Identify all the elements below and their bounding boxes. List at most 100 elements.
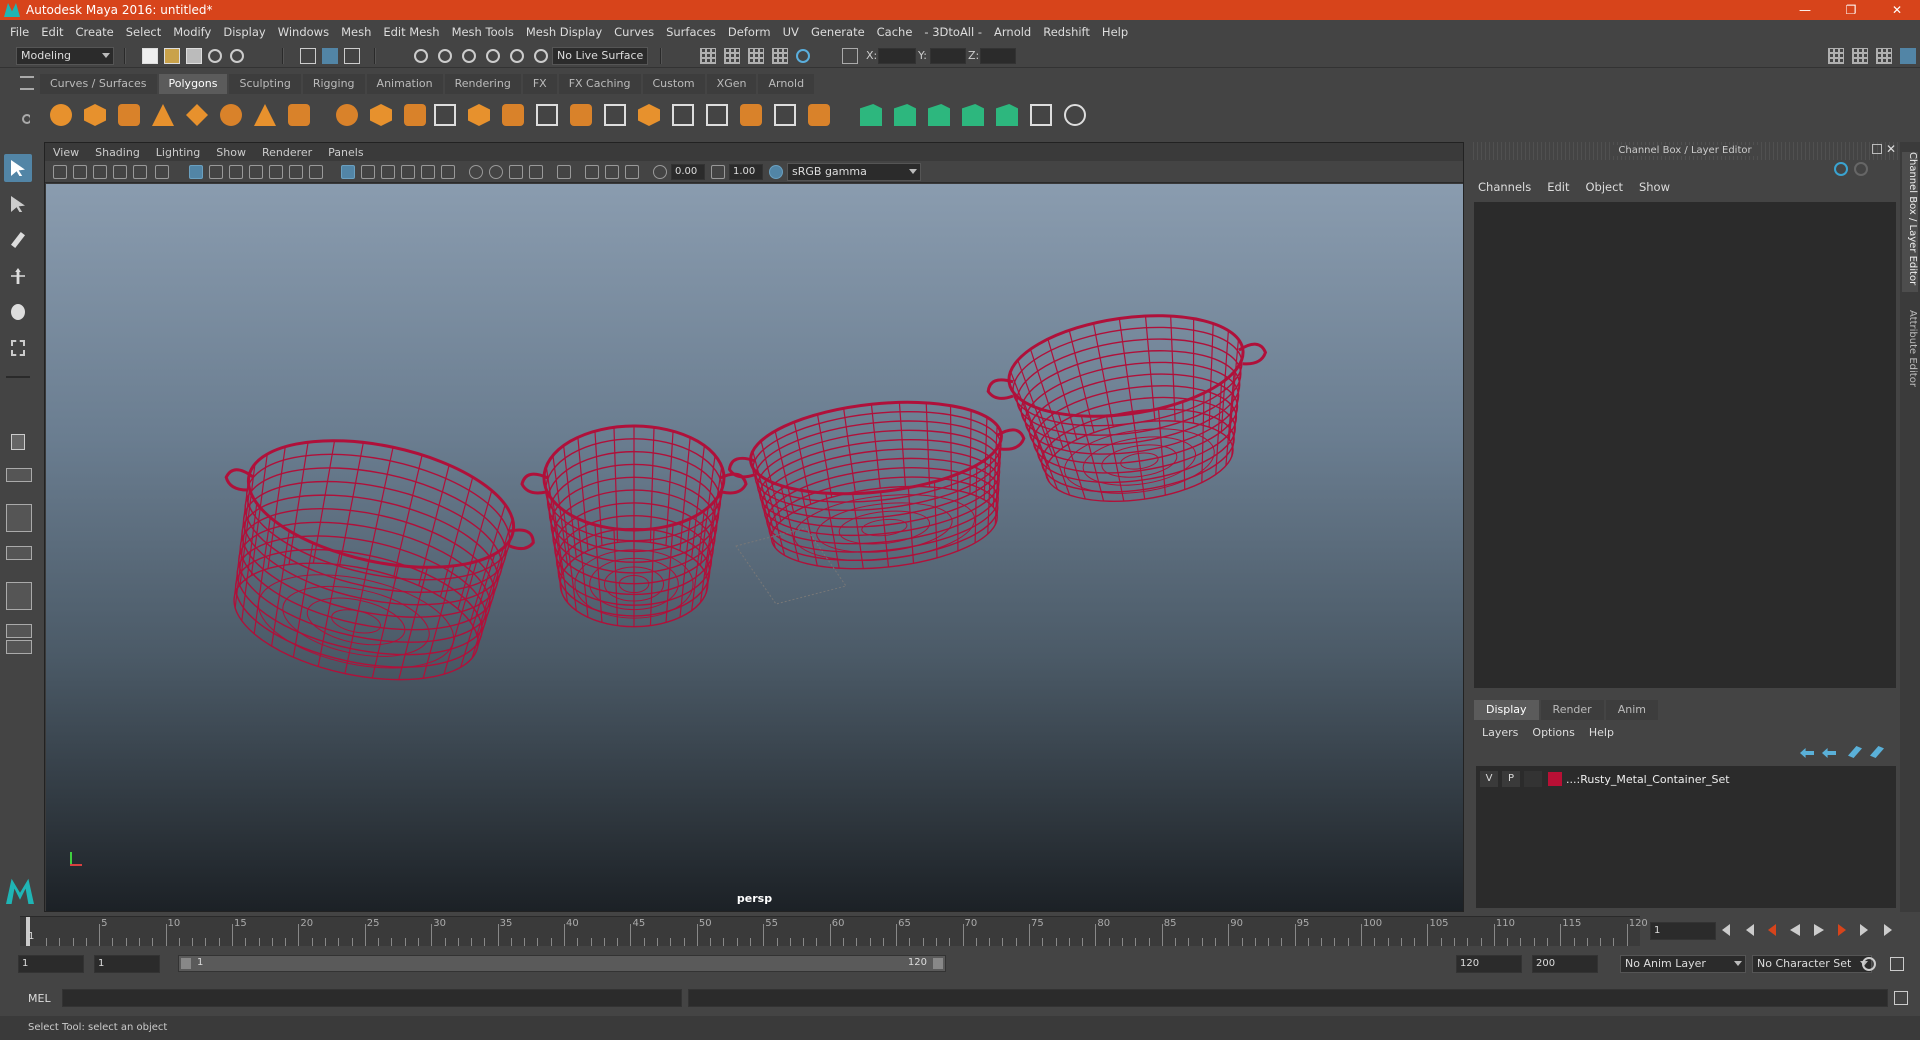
render-view-icon[interactable] — [796, 49, 810, 63]
rotate-tool-button[interactable] — [4, 298, 32, 326]
persp-graph-layout-button[interactable] — [6, 582, 32, 610]
menu-channels[interactable]: Channels — [1478, 180, 1531, 198]
move-layer-down-icon[interactable] — [1822, 748, 1836, 758]
hypershade-layout-button[interactable] — [6, 624, 32, 638]
offset-edge-loop-icon[interactable] — [706, 104, 728, 126]
layer-playback-toggle[interactable]: P — [1502, 771, 1520, 787]
image-plane-icon[interactable] — [113, 165, 127, 179]
menu-options[interactable]: Options — [1532, 726, 1574, 739]
layer-row[interactable]: V P ...:Rusty_Metal_Container_Set — [1476, 770, 1896, 788]
minimize-button[interactable]: — — [1782, 0, 1828, 20]
undo-icon[interactable] — [208, 49, 222, 63]
gamma-icon[interactable] — [711, 165, 725, 179]
xray-active-components-icon[interactable] — [605, 165, 619, 179]
resolution-gate-icon[interactable] — [229, 165, 243, 179]
select-tool-button[interactable] — [4, 154, 32, 182]
wireframe-icon[interactable] — [341, 165, 355, 179]
paint-select-tool-button[interactable] — [4, 226, 32, 254]
mirror-icon[interactable] — [404, 104, 426, 126]
depth-of-field-icon[interactable] — [529, 165, 543, 179]
open-scene-icon[interactable] — [164, 48, 180, 64]
menu-deform[interactable]: Deform — [728, 25, 771, 39]
lasso-tool-button[interactable] — [4, 190, 32, 218]
viewport-menu-shading[interactable]: Shading — [95, 146, 140, 159]
quad-draw-icon[interactable] — [774, 104, 796, 126]
tab-channel-box-layer-editor[interactable]: Channel Box / Layer Editor — [1902, 152, 1918, 292]
tab-display[interactable]: Display — [1474, 700, 1539, 720]
layer-name[interactable]: ...:Rusty_Metal_Container_Set — [1566, 773, 1730, 786]
snap-live-icon[interactable] — [534, 49, 548, 63]
character-set-dropdown[interactable]: No Character Set — [1752, 955, 1872, 973]
snap-curve-icon[interactable] — [438, 49, 452, 63]
menu-curves[interactable]: Curves — [614, 25, 654, 39]
poly-cube-icon[interactable] — [84, 104, 106, 126]
mode-dropdown[interactable]: Modeling — [16, 47, 114, 65]
isolate-select-icon[interactable] — [557, 165, 571, 179]
insert-edge-loop-icon[interactable] — [672, 104, 694, 126]
poly-plane-icon[interactable] — [186, 104, 208, 126]
snap-point-icon[interactable] — [462, 49, 476, 63]
step-back-frame-icon[interactable] — [1768, 924, 1776, 936]
menu-layer-help[interactable]: Help — [1589, 726, 1614, 739]
maximize-button[interactable]: ❐ — [1828, 0, 1874, 20]
script-language-label[interactable]: MEL — [28, 992, 51, 1005]
menu-3dtoall[interactable]: - 3DtoAll - — [924, 25, 982, 39]
camera-icon[interactable] — [53, 165, 67, 179]
tab-anim[interactable]: Anim — [1605, 700, 1658, 720]
color-space-dropdown[interactable]: sRGB gamma — [787, 163, 921, 181]
xray-icon[interactable] — [585, 165, 599, 179]
grease-pencil-icon[interactable] — [155, 165, 169, 179]
gamma-field[interactable]: 1.00 — [729, 164, 763, 180]
new-scene-icon[interactable] — [142, 48, 158, 64]
bookmark-icon[interactable] — [93, 165, 107, 179]
motion-blur-icon[interactable] — [489, 165, 503, 179]
menu-uv[interactable]: UV — [783, 25, 799, 39]
channel-box-extra-icon[interactable] — [1854, 162, 1868, 176]
viewport-menu-renderer[interactable]: Renderer — [262, 146, 312, 159]
menu-edit-mesh[interactable]: Edit Mesh — [383, 25, 439, 39]
field-chart-icon[interactable] — [269, 165, 283, 179]
textured-icon[interactable] — [401, 165, 415, 179]
extrude-icon[interactable] — [468, 104, 490, 126]
menu-cache[interactable]: Cache — [877, 25, 913, 39]
menu-surfaces[interactable]: Surfaces — [666, 25, 716, 39]
auto-key-icon[interactable] — [1862, 957, 1876, 971]
single-perspective-button[interactable] — [4, 428, 32, 456]
time-slider[interactable]: 1 5 10 15 20 25 30 35 40 45 50 55 60 65 70 75 80 85 90 95 1… — [20, 916, 1648, 946]
select-object-icon[interactable] — [322, 48, 338, 64]
float-panel-icon[interactable] — [1872, 144, 1882, 154]
separate-icon[interactable] — [370, 104, 392, 126]
film-gate-icon[interactable] — [209, 165, 223, 179]
play-backward-icon[interactable] — [1790, 924, 1800, 936]
snap-view-icon[interactable] — [486, 49, 500, 63]
cylindrical-uv-icon[interactable] — [894, 104, 916, 126]
anti-aliasing-icon[interactable] — [509, 165, 523, 179]
snap-grid-icon[interactable] — [414, 49, 428, 63]
viewport-menu-view[interactable]: View — [53, 146, 79, 159]
triangulate-icon[interactable] — [808, 104, 830, 126]
tab-rendering[interactable]: Rendering — [444, 74, 521, 94]
grid-toggle-icon[interactable] — [189, 165, 203, 179]
menu-windows[interactable]: Windows — [278, 25, 329, 39]
xray-joints-icon[interactable] — [625, 165, 639, 179]
close-panel-icon[interactable]: ✕ — [1886, 142, 1896, 156]
smooth-icon[interactable] — [434, 104, 456, 126]
range-start-handle[interactable] — [181, 958, 191, 969]
menu-generate[interactable]: Generate — [811, 25, 865, 39]
tab-sculpting[interactable]: Sculpting — [229, 74, 301, 94]
range-end-handle[interactable] — [933, 958, 943, 969]
new-layer-selected-icon[interactable] — [1870, 746, 1884, 758]
render-settings-icon[interactable] — [748, 48, 764, 64]
safe-title-icon[interactable] — [309, 165, 323, 179]
poly-cone-icon[interactable] — [152, 104, 174, 126]
layout-options-button[interactable] — [4, 650, 32, 674]
transform-icon[interactable] — [842, 48, 858, 64]
menu-file[interactable]: File — [10, 25, 29, 39]
transfer-attributes-icon[interactable] — [1064, 104, 1086, 126]
y-field[interactable] — [930, 48, 966, 64]
tab-attribute-editor[interactable]: Attribute Editor — [1902, 310, 1918, 400]
color-management-icon[interactable] — [769, 165, 783, 179]
tab-rigging[interactable]: Rigging — [302, 74, 365, 94]
planar-uv-icon[interactable] — [860, 104, 882, 126]
animation-start-field[interactable]: 1 — [18, 955, 84, 973]
